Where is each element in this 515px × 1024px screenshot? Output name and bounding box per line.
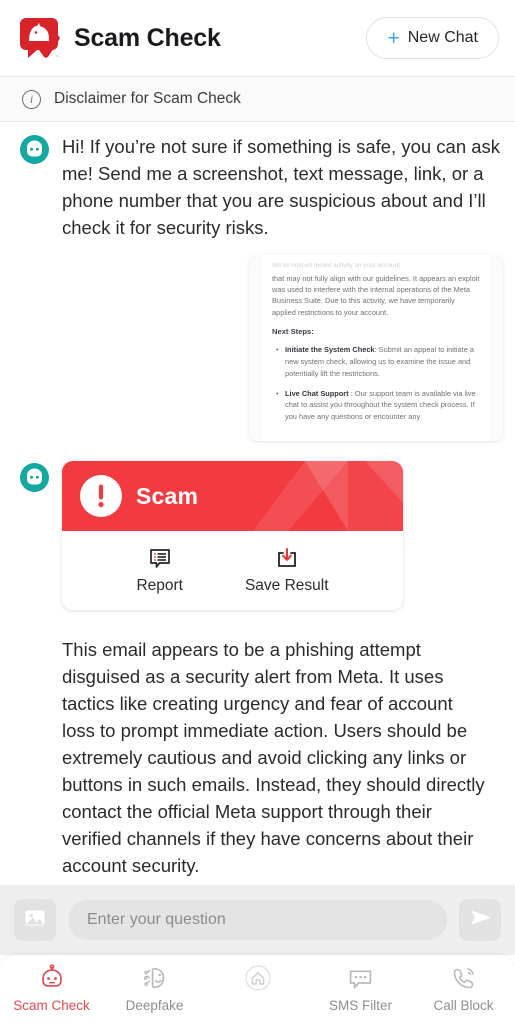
bot-message-result: Scam Report Save Result — [0, 441, 515, 610]
uploaded-faded-line: We've noticed recent activity on your ac… — [272, 262, 400, 269]
nav-item-home[interactable] — [206, 963, 309, 998]
nav-label-deepfake: Deepfake — [125, 998, 184, 1013]
save-result-button[interactable]: Save Result — [245, 546, 329, 595]
bot-intro-text: Hi! If you’re not sure if something is s… — [62, 136, 501, 238]
new-chat-label: New Chat — [407, 29, 478, 46]
sms-chat-icon — [346, 963, 376, 993]
uploaded-bullet-1-term: Initiate the System Check — [285, 345, 375, 355]
robot-head-icon — [37, 963, 67, 993]
nav-label-sms-filter: SMS Filter — [328, 998, 392, 1013]
uploaded-bullet-1: • Initiate the System Check: Submit an a… — [272, 344, 480, 379]
image-picker-icon — [23, 906, 47, 935]
send-button[interactable] — [459, 899, 501, 941]
exclamation-circle-icon — [80, 475, 122, 517]
uploaded-bullet-2-term: Live Chat Support — [285, 388, 349, 398]
nav-label-call-block: Call Block — [433, 998, 494, 1013]
chat-scroll-area[interactable]: Hi! If you’re not sure if something is s… — [0, 123, 515, 885]
nav-item-sms-filter[interactable]: SMS Filter — [309, 963, 412, 1013]
bullet-dot-icon: • — [276, 345, 279, 355]
info-circle-icon: i — [22, 89, 41, 109]
uploaded-heading: Next Steps: — [272, 327, 314, 337]
disclaimer-label: Disclaimer for Scam Check — [54, 90, 241, 107]
nav-item-deepfake[interactable]: Deepfake — [103, 963, 206, 1013]
plus-icon: + — [387, 26, 400, 50]
phone-block-icon — [449, 963, 479, 993]
send-paper-plane-icon — [468, 905, 493, 935]
question-input[interactable] — [68, 900, 447, 940]
report-speech-bubble-icon — [148, 546, 172, 570]
uploaded-paragraph: that may not fully align with our guidel… — [272, 273, 480, 317]
decorative-chevron-pattern — [253, 461, 403, 531]
deepfake-face-icon — [140, 963, 170, 993]
save-download-tray-icon — [275, 546, 299, 570]
disclaimer-bar[interactable]: i Disclaimer for Scam Check — [0, 76, 515, 122]
new-chat-button[interactable]: + New Chat — [366, 17, 499, 59]
svg-text:™: ™ — [55, 54, 59, 59]
robot-avatar-icon — [20, 135, 49, 164]
save-result-label: Save Result — [244, 577, 329, 594]
bot-message-intro: Hi! If you’re not sure if something is s… — [0, 133, 515, 241]
uploaded-screenshot-content: We've noticed recent activity on your ac… — [263, 255, 489, 441]
robot-avatar-icon — [20, 463, 49, 492]
uploaded-screenshot-card[interactable]: We've noticed recent activity on your ac… — [249, 255, 503, 441]
report-button[interactable]: Report — [136, 546, 183, 595]
scam-check-shield-logo-icon: ™ — [16, 15, 62, 61]
page-title: Scam Check — [74, 23, 221, 52]
bullet-dot-icon: • — [276, 388, 279, 398]
status-badge: Scam — [136, 482, 199, 509]
nav-item-call-block[interactable]: Call Block — [412, 963, 515, 1013]
message-input-bar — [0, 885, 515, 955]
scam-verdict-banner: Scam — [62, 461, 403, 531]
home-icon — [243, 963, 273, 993]
uploaded-bullet-2: • Live Chat Support : Our support team i… — [272, 388, 480, 423]
user-uploaded-screenshot[interactable]: We've noticed recent activity on your ac… — [0, 241, 515, 441]
app-header: ™ Scam Check + New Chat — [0, 0, 515, 76]
bottom-navigation: Scam Check Deepfake SMS Filter Call Bloc… — [0, 955, 515, 1024]
result-action-row: Report Save Result — [62, 531, 403, 610]
nav-item-scam-check[interactable]: Scam Check — [0, 963, 103, 1013]
analysis-text: This email appears to be a phishing atte… — [62, 639, 485, 876]
nav-label-scam-check: Scam Check — [13, 998, 90, 1013]
image-picker-button[interactable] — [14, 899, 56, 941]
report-label: Report — [136, 577, 183, 594]
scam-result-card: Scam Report Save Result — [62, 461, 403, 610]
